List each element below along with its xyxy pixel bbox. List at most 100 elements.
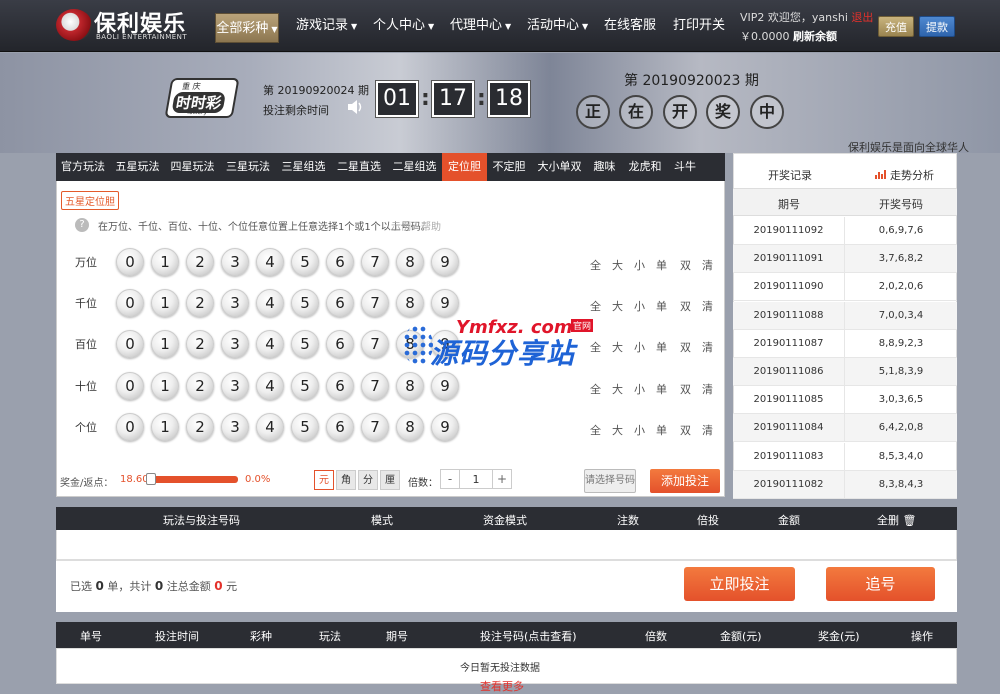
quick-select-button[interactable]: 全 [590, 298, 601, 314]
tab-draw-records[interactable]: 开奖记录 [768, 167, 812, 183]
multiple-input[interactable] [460, 469, 492, 489]
quick-select-button[interactable]: 清 [702, 381, 713, 397]
recharge-button[interactable]: 充值 [878, 16, 914, 37]
tab-non-position[interactable]: 不定胆 [487, 153, 531, 181]
unit-li[interactable]: 厘 [380, 470, 400, 490]
nav-print-toggle[interactable]: 打印开关 [673, 14, 725, 38]
number-ball[interactable]: 0 [116, 413, 144, 441]
number-ball[interactable]: 1 [151, 330, 179, 358]
number-ball[interactable]: 3 [221, 289, 249, 317]
quick-select-button[interactable]: 小 [634, 298, 645, 314]
number-ball[interactable]: 8 [396, 289, 424, 317]
nav-all-lottery[interactable]: 全部彩种 ▼ [215, 13, 279, 43]
quick-select-button[interactable]: 全 [590, 257, 601, 273]
tab-four-star[interactable]: 四星玩法 [165, 153, 220, 181]
withdraw-button[interactable]: 提款 [919, 16, 955, 37]
number-ball[interactable]: 8 [396, 413, 424, 441]
tab-three-star-group[interactable]: 三星组选 [276, 153, 331, 181]
rebate-slider[interactable] [148, 476, 238, 483]
number-ball[interactable]: 5 [291, 289, 319, 317]
nav-activity-center[interactable]: 活动中心 ▼ [527, 14, 588, 38]
number-ball[interactable]: 7 [361, 413, 389, 441]
quick-select-button[interactable]: 清 [702, 422, 713, 438]
tab-trend-analysis[interactable]: 走势分析 [890, 167, 934, 183]
number-ball[interactable]: 3 [221, 372, 249, 400]
number-ball[interactable]: 7 [361, 289, 389, 317]
quick-select-button[interactable]: 单 [656, 339, 667, 355]
quick-select-button[interactable]: 小 [634, 422, 645, 438]
tab-official[interactable]: 官方玩法 [56, 153, 110, 181]
quick-select-button[interactable]: 小 [634, 257, 645, 273]
quick-select-button[interactable]: 大 [612, 339, 623, 355]
brand-logo[interactable]: 保利娱乐 BAOLI ENTERTAINMENT [56, 6, 196, 46]
number-ball[interactable]: 7 [361, 248, 389, 276]
quick-select-button[interactable]: 大 [612, 298, 623, 314]
quick-select-button[interactable]: 大 [612, 422, 623, 438]
number-ball[interactable]: 2 [186, 248, 214, 276]
number-ball[interactable]: 0 [116, 372, 144, 400]
number-ball[interactable]: 2 [186, 372, 214, 400]
quick-select-button[interactable]: 单 [656, 422, 667, 438]
quick-select-button[interactable]: 清 [702, 257, 713, 273]
quick-select-button[interactable]: 单 [656, 381, 667, 397]
multiple-decrease-button[interactable]: - [440, 469, 460, 489]
nav-game-records[interactable]: 游戏记录 ▼ [296, 14, 357, 38]
quick-select-button[interactable]: 单 [656, 298, 667, 314]
tab-two-star-group[interactable]: 二星组选 [387, 153, 442, 181]
tab-two-star-direct[interactable]: 二星直选 [331, 153, 387, 181]
number-ball[interactable]: 2 [186, 413, 214, 441]
number-ball[interactable]: 6 [326, 248, 354, 276]
number-ball[interactable]: 0 [116, 248, 144, 276]
number-ball[interactable]: 2 [186, 289, 214, 317]
quick-select-button[interactable]: 双 [680, 381, 691, 397]
delete-all-button[interactable]: 全删 🗑 [877, 512, 916, 528]
number-ball[interactable]: 8 [396, 372, 424, 400]
number-ball[interactable]: 6 [326, 413, 354, 441]
quick-select-button[interactable]: 双 [680, 422, 691, 438]
tab-five-star[interactable]: 五星玩法 [110, 153, 165, 181]
number-ball[interactable]: 7 [361, 330, 389, 358]
quick-select-button[interactable]: 全 [590, 339, 601, 355]
number-ball[interactable]: 6 [326, 289, 354, 317]
quick-select-button[interactable]: 大 [612, 381, 623, 397]
number-ball[interactable]: 5 [291, 372, 319, 400]
number-ball[interactable]: 0 [116, 289, 144, 317]
tab-dragon-tiger[interactable]: 龙虎和 [621, 153, 669, 181]
speaker-icon[interactable] [346, 98, 364, 116]
number-ball[interactable]: 1 [151, 372, 179, 400]
logout-link[interactable]: 退出 [851, 11, 873, 24]
number-ball[interactable]: 9 [431, 413, 459, 441]
number-ball[interactable]: 2 [186, 330, 214, 358]
quick-select-button[interactable]: 清 [702, 339, 713, 355]
quick-select-button[interactable]: 全 [590, 381, 601, 397]
multiple-increase-button[interactable]: + [492, 469, 512, 489]
number-ball[interactable]: 0 [116, 330, 144, 358]
unit-fen[interactable]: 分 [358, 470, 378, 490]
unit-jiao[interactable]: 角 [336, 470, 356, 490]
number-ball[interactable]: 6 [326, 372, 354, 400]
quick-select-button[interactable]: 单 [656, 257, 667, 273]
tab-three-star[interactable]: 三星玩法 [220, 153, 276, 181]
number-ball[interactable]: 1 [151, 289, 179, 317]
add-bet-button[interactable]: 添加投注 [650, 469, 720, 493]
number-ball[interactable]: 3 [221, 248, 249, 276]
sub-play-tag[interactable]: 五星定位胆 [61, 191, 119, 210]
follow-number-button[interactable]: 追号 [826, 567, 935, 601]
unit-yuan[interactable]: 元 [314, 470, 334, 490]
tab-fun[interactable]: 趣味 [588, 153, 621, 181]
number-ball[interactable]: 4 [256, 289, 284, 317]
bet-now-button[interactable]: 立即投注 [684, 567, 795, 601]
quick-select-button[interactable]: 大 [612, 257, 623, 273]
number-ball[interactable]: 4 [256, 413, 284, 441]
number-ball[interactable]: 9 [431, 289, 459, 317]
number-ball[interactable]: 1 [151, 248, 179, 276]
quick-select-button[interactable]: 全 [590, 422, 601, 438]
quick-select-button[interactable]: 双 [680, 339, 691, 355]
rebate-slider-handle[interactable] [146, 473, 156, 485]
quick-select-button[interactable]: 双 [680, 298, 691, 314]
select-numbers-button[interactable]: 请选择号码 [584, 469, 636, 493]
number-ball[interactable]: 6 [326, 330, 354, 358]
number-ball[interactable]: 9 [431, 372, 459, 400]
number-ball[interactable]: 4 [256, 372, 284, 400]
nav-personal-center[interactable]: 个人中心 ▼ [373, 14, 434, 38]
